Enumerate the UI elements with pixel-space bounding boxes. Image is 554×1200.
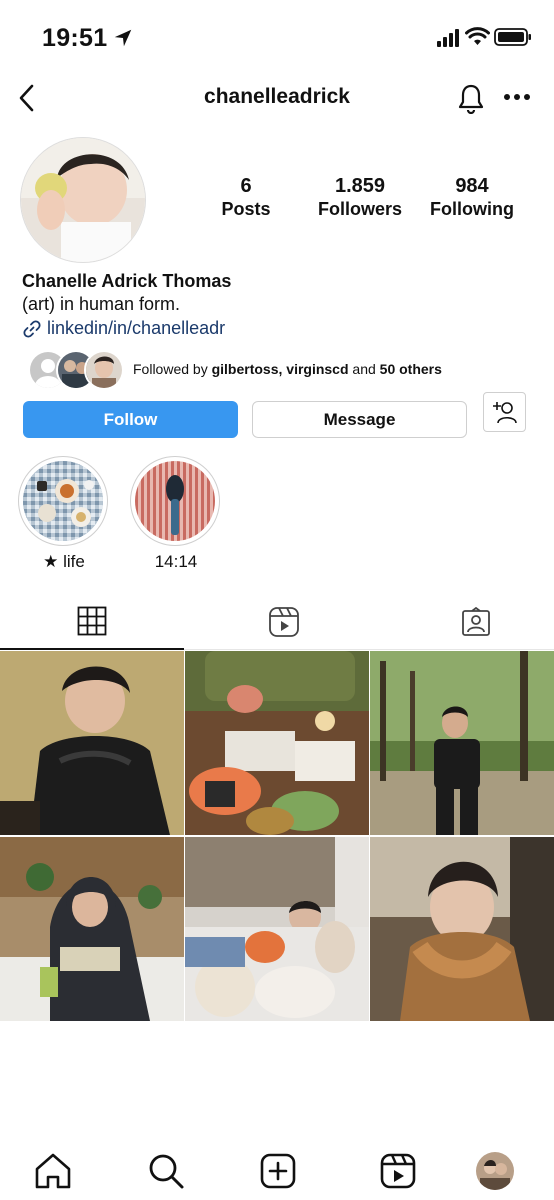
followers-count-value: 1.859 (334, 175, 386, 197)
message-button[interactable]: Message (252, 401, 467, 438)
highlight-cover-image (135, 461, 215, 541)
posts-count-label: Posts (221, 199, 271, 219)
posts-count[interactable]: 6 Posts (210, 175, 282, 220)
bio-link[interactable]: linkedin/in/chanelleadr (22, 318, 225, 339)
following-count[interactable]: 984 Following (426, 175, 518, 220)
add-post-icon (260, 1153, 296, 1189)
post-image (185, 837, 369, 1021)
highlight-ring (18, 456, 108, 546)
posts-count-value: 6 (240, 175, 252, 197)
highlight-label: 14:14 (154, 552, 198, 571)
following-count-label: Following (430, 199, 514, 219)
highlight-cover (135, 461, 215, 541)
profile-avatar[interactable] (20, 137, 146, 263)
profile-content-tabs (0, 594, 554, 650)
search-icon (149, 1154, 184, 1189)
bio-link-text: linkedin/in/chanelleadr (47, 318, 226, 338)
grid-icon (77, 606, 107, 636)
battery-icon (494, 28, 531, 46)
cellular-signal-icon (437, 29, 459, 47)
post-thumbnail[interactable] (370, 651, 554, 835)
notification-bell-icon[interactable] (456, 82, 486, 114)
followed-by-text[interactable]: Followed by gilbertoss, virginscd and 50… (133, 361, 442, 377)
followed-by-and: and (352, 361, 376, 377)
bio-text: (art) in human form. (22, 294, 181, 314)
more-options-icon[interactable] (502, 90, 532, 104)
post-image (0, 651, 184, 835)
followers-count-label: Followers (317, 199, 402, 219)
nav-reels[interactable] (377, 1150, 419, 1192)
story-highlight-1414[interactable]: 14:14 (130, 456, 222, 572)
nav-search[interactable] (145, 1150, 187, 1192)
post-image (0, 837, 184, 1021)
post-image (370, 837, 554, 1021)
highlight-ring (130, 456, 220, 546)
link-icon (23, 319, 41, 338)
post-thumbnail[interactable] (185, 651, 369, 835)
post-image (370, 651, 554, 835)
reels-icon (269, 607, 299, 637)
followers-count[interactable]: 1.859 Followers (312, 175, 408, 220)
suggested-accounts-button[interactable] (483, 392, 526, 432)
followed-by-others: 50 others (379, 361, 442, 377)
tab-tagged[interactable] (384, 594, 554, 650)
status-time: 19:51 (42, 24, 108, 52)
tab-posts-grid[interactable] (0, 594, 184, 650)
post-thumbnail[interactable] (185, 837, 369, 1021)
post-thumbnail[interactable] (0, 837, 184, 1021)
highlight-label: ★ life (43, 552, 85, 571)
nav-create-post[interactable] (257, 1150, 299, 1192)
highlight-cover-image (23, 461, 103, 541)
mutual-avatar-person (84, 350, 124, 390)
post-thumbnail[interactable] (0, 651, 184, 835)
bottom-navigation (0, 1140, 554, 1200)
nav-profile-avatar[interactable] (476, 1152, 514, 1190)
follow-button[interactable]: Follow (23, 401, 238, 438)
wifi-icon (465, 27, 490, 45)
nav-home[interactable] (32, 1150, 74, 1192)
tab-reels[interactable] (192, 594, 376, 650)
mutual-avatar-photo (86, 352, 122, 388)
profile-header: chanelleadrick (0, 72, 554, 124)
status-bar: 19:51 (0, 0, 554, 70)
tagged-person-icon (462, 607, 490, 636)
followed-by-prefix: Followed by (133, 361, 208, 377)
following-count-value: 984 (455, 175, 489, 197)
post-image (185, 651, 369, 835)
followed-by-names: gilbertoss, virginscd (211, 361, 349, 377)
reels-icon (380, 1153, 416, 1189)
post-thumbnail[interactable] (370, 837, 554, 1021)
add-person-icon (492, 402, 517, 424)
home-icon (35, 1153, 71, 1189)
profile-avatar-photo (476, 1152, 514, 1190)
highlight-cover (23, 461, 103, 541)
location-arrow-icon (114, 29, 132, 47)
mutual-followers-avatars[interactable] (28, 350, 124, 390)
story-highlight-life[interactable]: ★ life (18, 456, 110, 572)
profile-avatar-photo (21, 138, 145, 262)
bio-full-name: Chanelle Adrick Thomas (22, 271, 232, 291)
